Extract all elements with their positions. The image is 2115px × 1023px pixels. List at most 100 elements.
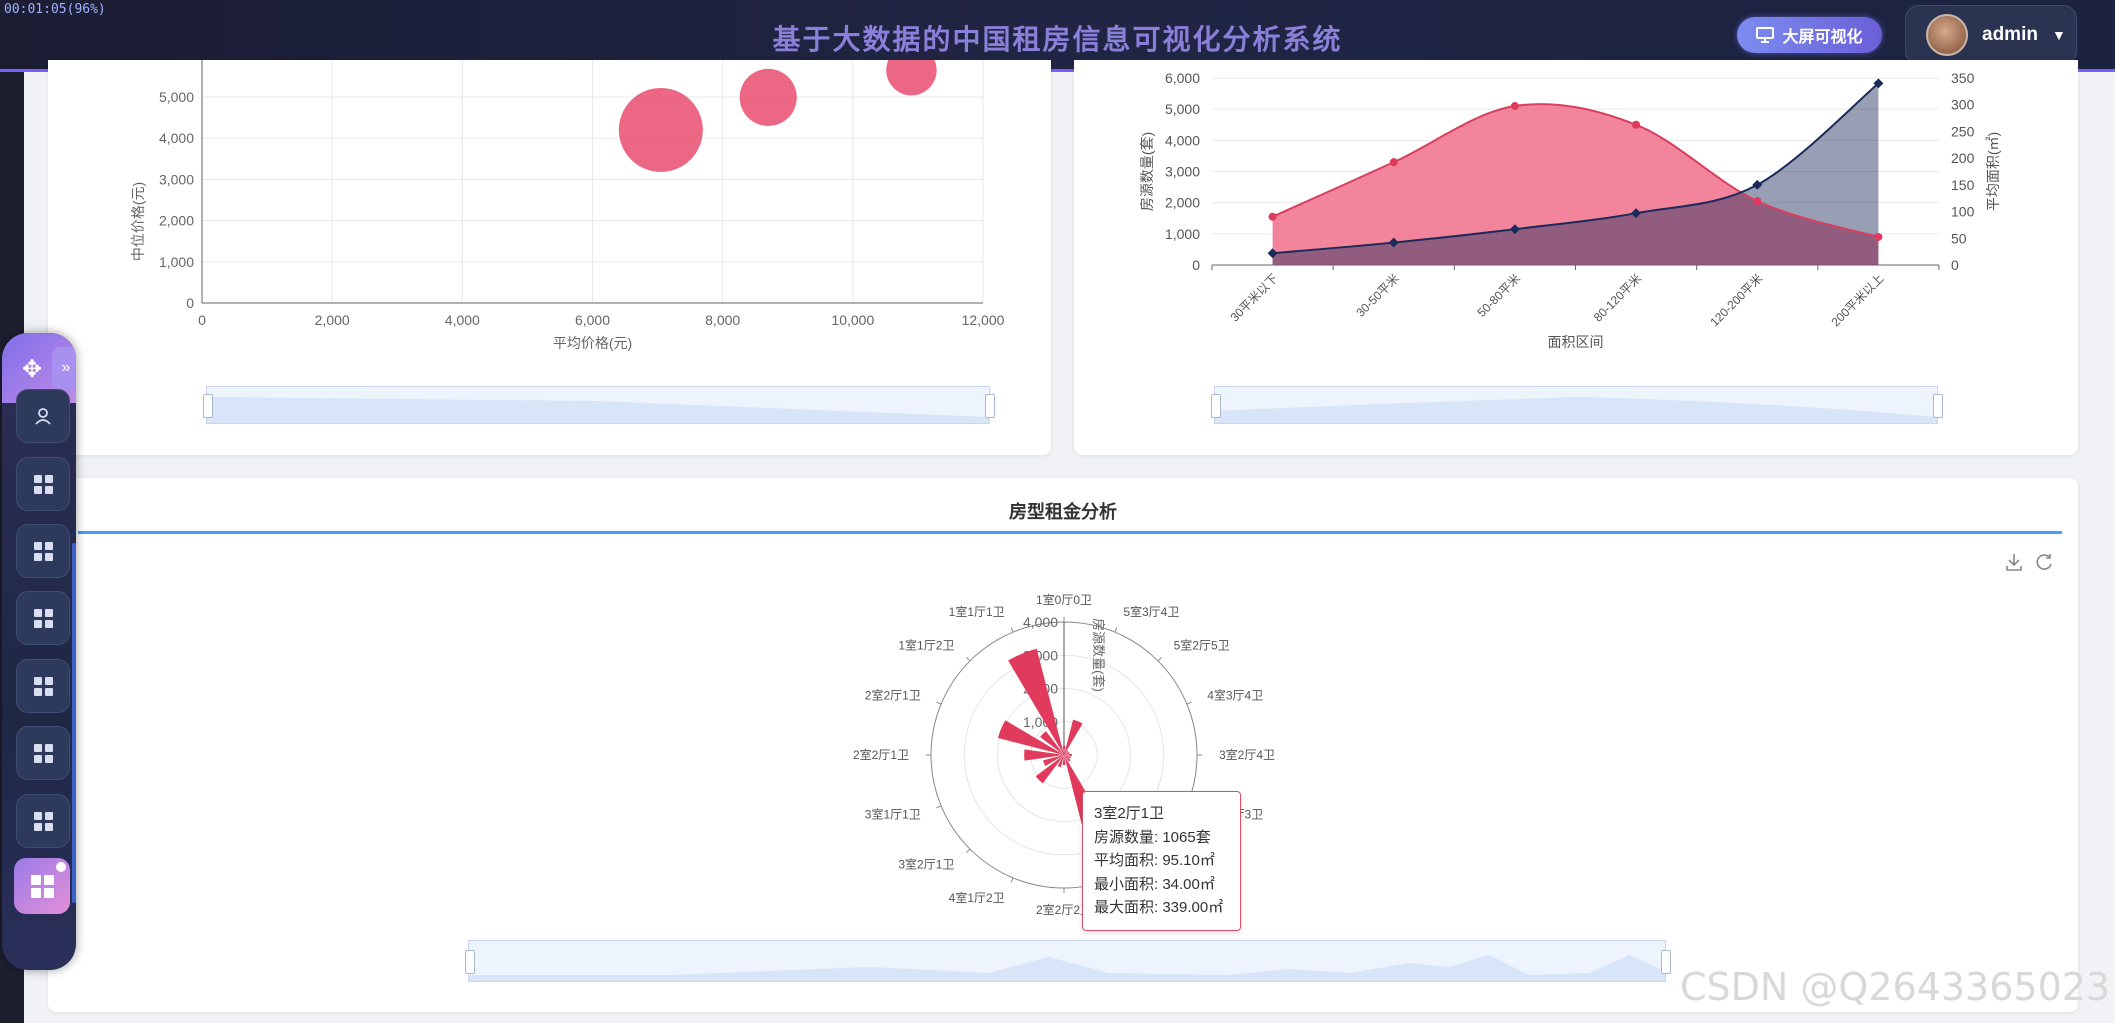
sidebar-item-grid[interactable] <box>16 591 70 645</box>
y-tick-label: 2,000 <box>159 213 194 229</box>
zoom-handle-left[interactable] <box>203 394 213 418</box>
x-tick-label: 10,000 <box>831 312 874 328</box>
grid-icon <box>33 676 53 696</box>
sidebar-scrollbar[interactable] <box>72 543 76 903</box>
tooltip-line: 最大面积: 339.00㎡ <box>1094 899 1224 916</box>
floating-sidebar: ✥ » <box>2 333 76 970</box>
sidebar-item-grid[interactable] <box>16 794 70 848</box>
angle-tick-label: 2室2厅1卫 <box>865 688 921 703</box>
bubble-point <box>886 60 937 96</box>
grid-icon <box>33 541 53 561</box>
bubble-chart-card: 0 1,000 2,000 3,000 4,000 5,000 0 2,000 4,000 6,0… <box>48 60 1051 455</box>
tooltip-line: 最小面积: 34.00㎡ <box>1094 875 1215 893</box>
y-tick-label: 4,000 <box>1165 132 1200 148</box>
caret-down-icon: ▼ <box>2051 27 2066 43</box>
y2-tick-label: 300 <box>1951 97 1975 113</box>
user-icon <box>35 408 51 425</box>
y-tick-label: 5,000 <box>1165 101 1200 117</box>
y-tick-label: 6,000 <box>1165 70 1200 86</box>
sidebar-item-grid[interactable] <box>16 659 70 713</box>
angle-tick-label: 4室1厅2卫 <box>949 890 1005 905</box>
radial-axis-label: 房源数量(套) <box>1091 618 1106 692</box>
zoom-handle-right[interactable] <box>1661 950 1671 974</box>
polar-bar <box>1064 719 1083 755</box>
bubble-zoom-slider[interactable] <box>203 386 995 424</box>
angle-tick-label: 3室2厅1卫 <box>898 857 954 872</box>
angle-tick-label: 1室0厅0卫 <box>1036 592 1092 607</box>
y-tick-label: 5,000 <box>159 89 194 105</box>
x-tick-label: 8,000 <box>705 312 740 328</box>
polar-bar <box>1062 745 1066 755</box>
y2-tick-label: 0 <box>1951 257 1959 273</box>
sidebar-item-grid[interactable] <box>16 524 70 578</box>
data-point <box>1268 212 1277 221</box>
big-screen-label: 大屏可视化 <box>1782 29 1863 46</box>
radial-tick-label: 4,000 <box>1023 614 1058 630</box>
angle-tick <box>1010 877 1014 883</box>
angle-tick-label: 3室2厅4卫 <box>1219 747 1275 762</box>
x-tick-label: 2,000 <box>315 312 350 328</box>
grid-icon <box>33 608 53 628</box>
user-name: admin <box>1982 24 2038 45</box>
y-tick-label: 2,000 <box>1165 195 1200 211</box>
data-point <box>1510 102 1519 111</box>
area-zoom-slider[interactable] <box>1211 386 1943 424</box>
sidebar-item-grid[interactable] <box>16 726 70 780</box>
polar-bar <box>1064 753 1072 757</box>
x-tick-label: 12,000 <box>962 312 1005 328</box>
data-point <box>1389 158 1398 167</box>
y2-tick-label: 200 <box>1951 150 1975 166</box>
x-tick-label: 120-200平米 <box>1707 271 1765 329</box>
y2-tick-label: 350 <box>1951 70 1975 86</box>
grid-icon <box>33 743 53 763</box>
angle-tick <box>966 848 971 853</box>
zoom-handle-right[interactable] <box>985 394 995 418</box>
polar-zoom-slider[interactable] <box>465 940 1671 982</box>
sidebar-item-grid-active[interactable] <box>14 858 70 914</box>
bubble-point <box>618 87 703 172</box>
y-axis-label: 中位价格(元) <box>130 182 146 261</box>
sidebar-item-user[interactable] <box>16 389 70 443</box>
zoom-handle-right[interactable] <box>1933 394 1943 418</box>
y-tick-label: 1,000 <box>159 254 194 270</box>
grid-icon <box>33 811 53 831</box>
x-tick-label: 6,000 <box>575 312 610 328</box>
tooltip-line: 房源数量: 1065套 <box>1094 828 1211 846</box>
room-type-card: 房型租金分析 1,0002,0003,0004,000房源数量(套)1室0厅0卫… <box>48 478 2078 1012</box>
angle-tick-label: 3室1厅1卫 <box>865 806 921 821</box>
polar-bar <box>1024 749 1064 761</box>
zoom-handle-left[interactable] <box>465 950 475 974</box>
y2-axis-label: 平均面积(㎡) <box>1985 132 2001 211</box>
y-tick-label: 3,000 <box>159 171 194 187</box>
refresh-icon[interactable] <box>2034 552 2054 578</box>
grid-icon <box>30 874 54 898</box>
y-tick-label: 4,000 <box>159 130 194 146</box>
angle-tick-label: 5室2厅5卫 <box>1174 637 1230 652</box>
y2-tick-label: 250 <box>1951 123 1975 139</box>
screen-icon <box>1756 27 1775 43</box>
x-axis-label: 面积区间 <box>1548 334 1604 350</box>
data-point <box>1753 197 1762 206</box>
x-tick-label: 200平米以上 <box>1829 271 1887 329</box>
y-axis-label: 房源数量(套) <box>1139 132 1155 211</box>
big-screen-button[interactable]: 大屏可视化 <box>1737 17 1882 53</box>
tooltip-title: 3室2厅1卫 <box>1094 805 1165 822</box>
expand-button[interactable]: » <box>52 347 76 389</box>
angle-tick-label: 5室3厅4卫 <box>1123 604 1179 619</box>
move-icon[interactable]: ✥ <box>22 355 42 384</box>
angle-tick-label: 4室3厅4卫 <box>1207 688 1263 703</box>
x-tick-label: 50-80平米 <box>1474 271 1523 320</box>
avatar <box>1926 14 1968 56</box>
angle-tick <box>936 805 942 809</box>
x-tick-label: 30-50平米 <box>1353 271 1402 320</box>
zoom-handle-left[interactable] <box>1211 394 1221 418</box>
angle-tick-label: 1室1厅1卫 <box>949 604 1005 619</box>
angle-tick <box>1114 627 1118 633</box>
chart-tooltip: 3室2厅1卫 房源数量: 1065套 平均面积: 95.10㎡ 最小面积: 34… <box>1082 791 1241 931</box>
x-tick-label: 80-120平米 <box>1591 271 1644 324</box>
download-icon[interactable] <box>2004 552 2024 578</box>
user-menu[interactable]: admin ▼ <box>1905 5 2077 65</box>
bubble-point <box>739 68 797 126</box>
x-tick-label: 0 <box>198 312 206 328</box>
sidebar-item-grid[interactable] <box>16 457 70 511</box>
